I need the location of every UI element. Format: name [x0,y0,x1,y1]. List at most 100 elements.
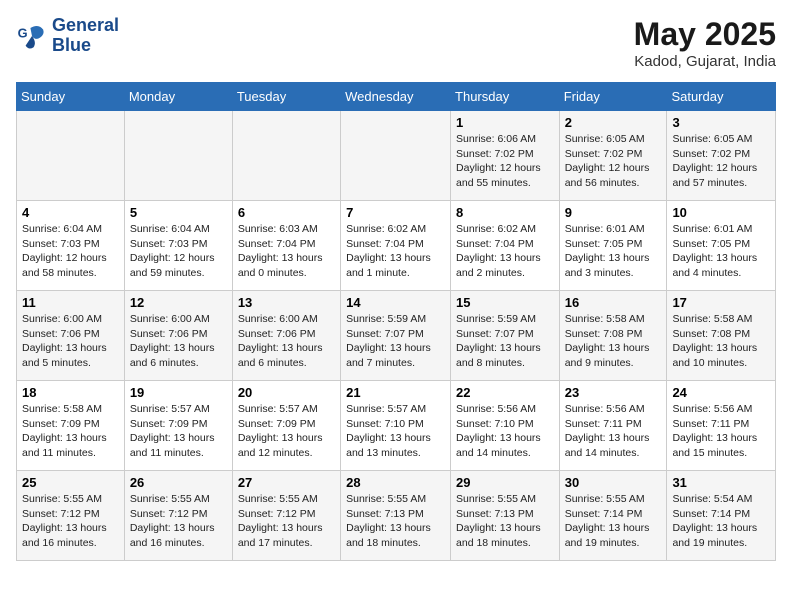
day-header-saturday: Saturday [667,83,776,111]
cell-content: Sunrise: 5:55 AMSunset: 7:13 PMDaylight:… [456,492,554,551]
day-number: 1 [456,115,554,130]
day-number: 21 [346,385,445,400]
day-number: 24 [672,385,770,400]
day-number: 9 [565,205,662,220]
day-number: 22 [456,385,554,400]
day-number: 18 [22,385,119,400]
calendar-cell: 17 Sunrise: 5:58 AMSunset: 7:08 PMDayligh… [667,291,776,381]
cell-content: Sunrise: 6:06 AMSunset: 7:02 PMDaylight:… [456,132,554,191]
day-number: 5 [130,205,227,220]
day-number: 13 [238,295,335,310]
calendar-cell: 9Sunrise: 6:01 AMSunset: 7:05 PMDaylight… [559,201,667,291]
cell-content: Sunrise: 5:56 AMSunset: 7:11 PMDaylight:… [672,402,770,461]
week-row-1: 1 Sunrise: 6:06 AMSunset: 7:02 PMDaylight… [17,111,776,201]
calendar-cell: 12Sunrise: 6:00 AMSunset: 7:06 PMDayligh… [124,291,232,381]
calendar-cell: 5Sunrise: 6:04 AMSunset: 7:03 PMDaylight… [124,201,232,291]
week-row-4: 18 Sunrise: 5:58 AMSunset: 7:09 PMDayligh… [17,381,776,471]
cell-content: Sunrise: 5:55 AMSunset: 7:14 PMDaylight:… [565,492,662,551]
calendar-cell: 1 Sunrise: 6:06 AMSunset: 7:02 PMDaylight… [451,111,560,201]
day-number: 30 [565,475,662,490]
cell-content: Sunrise: 5:57 AMSunset: 7:10 PMDaylight:… [346,402,445,461]
calendar-cell: 2Sunrise: 6:05 AMSunset: 7:02 PMDaylight… [559,111,667,201]
day-header-monday: Monday [124,83,232,111]
cell-content: Sunrise: 5:58 AMSunset: 7:09 PMDaylight:… [22,402,119,461]
cell-content: Sunrise: 6:02 AMSunset: 7:04 PMDaylight:… [456,222,554,281]
calendar-cell: 27 Sunrise: 5:55 AMSunset: 7:12 PMDayligh… [232,471,340,561]
cell-content: Sunrise: 5:58 AMSunset: 7:08 PMDaylight:… [565,312,662,371]
calendar-cell: 21 Sunrise: 5:57 AMSunset: 7:10 PMDayligh… [341,381,451,471]
day-number: 7 [346,205,445,220]
day-number: 19 [130,385,227,400]
calendar-cell: 18 Sunrise: 5:58 AMSunset: 7:09 PMDayligh… [17,381,125,471]
cell-content: Sunrise: 5:58 AMSunset: 7:08 PMDaylight:… [672,312,770,371]
calendar-cell: 8 Sunrise: 6:02 AMSunset: 7:04 PMDaylight… [451,201,560,291]
calendar-cell: 31 Sunrise: 5:54 AMSunset: 7:14 PMDayligh… [667,471,776,561]
calendar-cell: 16 Sunrise: 5:58 AMSunset: 7:08 PMDayligh… [559,291,667,381]
cell-content: Sunrise: 5:57 AMSunset: 7:09 PMDaylight:… [238,402,335,461]
cell-content: Sunrise: 6:00 AMSunset: 7:06 PMDaylight:… [22,312,119,371]
day-number: 4 [22,205,119,220]
calendar-cell [124,111,232,201]
day-number: 29 [456,475,554,490]
header-row: SundayMondayTuesdayWednesdayThursdayFrid… [17,83,776,111]
day-header-friday: Friday [559,83,667,111]
title-block: May 2025 Kadod, Gujarat, India [634,16,776,70]
logo-line2: Blue [52,36,119,56]
logo-text: General Blue [52,16,119,56]
day-number: 15 [456,295,554,310]
cell-content: Sunrise: 6:01 AMSunset: 7:05 PMDaylight:… [672,222,770,281]
calendar-cell: 24 Sunrise: 5:56 AMSunset: 7:11 PMDayligh… [667,381,776,471]
day-number: 26 [130,475,227,490]
calendar-cell: 6 Sunrise: 6:03 AMSunset: 7:04 PMDaylight… [232,201,340,291]
cell-content: Sunrise: 5:56 AMSunset: 7:11 PMDaylight:… [565,402,662,461]
calendar-cell: 15 Sunrise: 5:59 AMSunset: 7:07 PMDayligh… [451,291,560,381]
day-number: 25 [22,475,119,490]
day-number: 20 [238,385,335,400]
cell-content: Sunrise: 6:04 AMSunset: 7:03 PMDaylight:… [22,222,119,281]
cell-content: Sunrise: 5:55 AMSunset: 7:12 PMDaylight:… [238,492,335,551]
calendar-cell: 11 Sunrise: 6:00 AMSunset: 7:06 PMDayligh… [17,291,125,381]
day-number: 16 [565,295,662,310]
day-number: 11 [22,295,119,310]
calendar-cell: 7Sunrise: 6:02 AMSunset: 7:04 PMDaylight… [341,201,451,291]
cell-content: Sunrise: 6:03 AMSunset: 7:04 PMDaylight:… [238,222,335,281]
cell-content: Sunrise: 5:56 AMSunset: 7:10 PMDaylight:… [456,402,554,461]
cell-content: Sunrise: 5:55 AMSunset: 7:12 PMDaylight:… [22,492,119,551]
month-title: May 2025 [634,16,776,53]
calendar-table: SundayMondayTuesdayWednesdayThursdayFrid… [16,82,776,561]
day-number: 27 [238,475,335,490]
calendar-cell: 29 Sunrise: 5:55 AMSunset: 7:13 PMDayligh… [451,471,560,561]
calendar-cell: 30 Sunrise: 5:55 AMSunset: 7:14 PMDayligh… [559,471,667,561]
calendar-cell: 25 Sunrise: 5:55 AMSunset: 7:12 PMDayligh… [17,471,125,561]
page-header: G General Blue May 2025 Kadod, Gujarat, … [16,16,776,70]
day-number: 17 [672,295,770,310]
cell-content: Sunrise: 5:59 AMSunset: 7:07 PMDaylight:… [456,312,554,371]
day-number: 8 [456,205,554,220]
day-number: 12 [130,295,227,310]
calendar-cell [341,111,451,201]
day-number: 2 [565,115,662,130]
calendar-cell: 22 Sunrise: 5:56 AMSunset: 7:10 PMDayligh… [451,381,560,471]
cell-content: Sunrise: 5:54 AMSunset: 7:14 PMDaylight:… [672,492,770,551]
logo-icon: G [16,20,48,52]
calendar-cell: 20 Sunrise: 5:57 AMSunset: 7:09 PMDayligh… [232,381,340,471]
day-number: 31 [672,475,770,490]
calendar-cell: 14Sunrise: 5:59 AMSunset: 7:07 PMDayligh… [341,291,451,381]
calendar-cell: 10Sunrise: 6:01 AMSunset: 7:05 PMDayligh… [667,201,776,291]
day-header-thursday: Thursday [451,83,560,111]
logo-line1: General [52,16,119,36]
day-number: 6 [238,205,335,220]
calendar-cell [17,111,125,201]
calendar-cell: 19 Sunrise: 5:57 AMSunset: 7:09 PMDayligh… [124,381,232,471]
cell-content: Sunrise: 5:57 AMSunset: 7:09 PMDaylight:… [130,402,227,461]
week-row-2: 4 Sunrise: 6:04 AMSunset: 7:03 PMDaylight… [17,201,776,291]
cell-content: Sunrise: 6:00 AMSunset: 7:06 PMDaylight:… [238,312,335,371]
location: Kadod, Gujarat, India [634,53,776,70]
day-number: 14 [346,295,445,310]
week-row-3: 11 Sunrise: 6:00 AMSunset: 7:06 PMDayligh… [17,291,776,381]
calendar-cell: 4 Sunrise: 6:04 AMSunset: 7:03 PMDaylight… [17,201,125,291]
cell-content: Sunrise: 5:55 AMSunset: 7:12 PMDaylight:… [130,492,227,551]
cell-content: Sunrise: 5:55 AMSunset: 7:13 PMDaylight:… [346,492,445,551]
week-row-5: 25 Sunrise: 5:55 AMSunset: 7:12 PMDayligh… [17,471,776,561]
calendar-cell: 3Sunrise: 6:05 AMSunset: 7:02 PMDaylight… [667,111,776,201]
